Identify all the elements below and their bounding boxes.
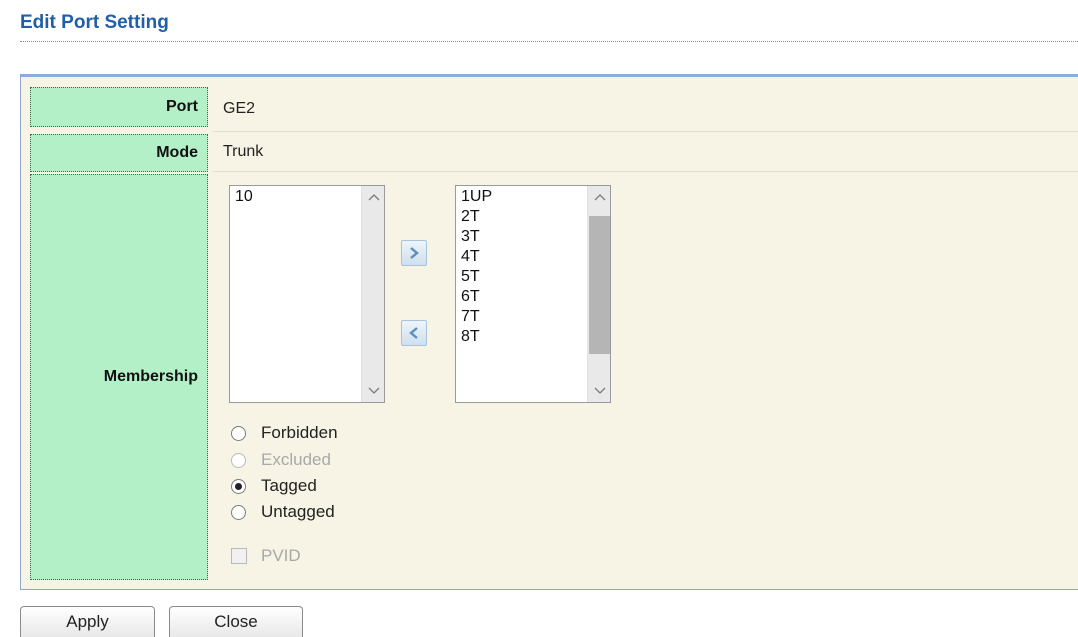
chevron-right-icon xyxy=(410,247,419,259)
port-settings-panel: Port GE2 Mode Trunk Membership 10 1UP 2T… xyxy=(20,74,1078,590)
mode-label-text: Mode xyxy=(156,144,198,161)
member-vlan-options: 1UP 2T 3T 4T 5T 6T 7T 8T xyxy=(461,187,492,347)
available-vlan-listbox[interactable]: 10 xyxy=(229,185,385,403)
title-divider xyxy=(20,41,1078,42)
radio-tagged[interactable]: Tagged xyxy=(231,474,317,498)
add-to-member-button[interactable] xyxy=(401,240,427,266)
remove-from-member-button[interactable] xyxy=(401,320,427,346)
mode-label: Mode xyxy=(30,134,208,172)
port-label: Port xyxy=(30,87,208,127)
pvid-checkbox xyxy=(231,548,247,564)
member-vlan-option[interactable]: 7T xyxy=(461,307,492,327)
member-vlan-scrollbar[interactable] xyxy=(587,186,610,402)
radio-button xyxy=(231,452,246,468)
scroll-down-icon[interactable] xyxy=(588,382,611,400)
member-vlan-option[interactable]: 1UP xyxy=(461,187,492,207)
close-button[interactable]: Close xyxy=(169,606,303,637)
pvid-label: PVID xyxy=(261,546,301,565)
pvid-checkbox-row: PVID xyxy=(231,544,301,568)
chevron-left-icon xyxy=(409,327,418,339)
radio-untagged[interactable]: Untagged xyxy=(231,500,335,524)
membership-label-text: Membership xyxy=(103,368,198,385)
membership-label: Membership xyxy=(30,174,208,580)
available-vlan-option[interactable]: 10 xyxy=(235,187,253,207)
member-vlan-option[interactable]: 6T xyxy=(461,287,492,307)
radio-button[interactable] xyxy=(231,425,246,441)
radio-label: Tagged xyxy=(261,476,317,495)
radio-button[interactable] xyxy=(231,504,246,520)
port-label-text: Port xyxy=(166,98,198,115)
member-vlan-option[interactable]: 5T xyxy=(461,267,492,287)
scroll-up-icon[interactable] xyxy=(362,188,385,206)
available-vlan-options: 10 xyxy=(235,187,253,207)
member-vlan-listbox[interactable]: 1UP 2T 3T 4T 5T 6T 7T 8T xyxy=(455,185,611,403)
member-vlan-option[interactable]: 4T xyxy=(461,247,492,267)
scroll-down-icon[interactable] xyxy=(362,382,385,400)
radio-label: Excluded xyxy=(261,450,331,469)
radio-label: Forbidden xyxy=(261,423,338,442)
radio-button[interactable] xyxy=(231,478,246,494)
mode-value-text: Trunk xyxy=(223,142,264,160)
apply-button[interactable]: Apply xyxy=(20,606,155,637)
port-value-text: GE2 xyxy=(223,100,256,117)
port-value: GE2 xyxy=(212,87,1078,132)
mode-value: Trunk xyxy=(212,132,1078,172)
member-vlan-option[interactable]: 3T xyxy=(461,227,492,247)
radio-forbidden[interactable]: Forbidden xyxy=(231,421,338,445)
member-vlan-option[interactable]: 8T xyxy=(461,327,492,347)
page-title: Edit Port Setting xyxy=(20,12,169,33)
radio-label: Untagged xyxy=(261,502,335,521)
available-vlan-scrollbar[interactable] xyxy=(361,186,384,402)
radio-excluded: Excluded xyxy=(231,448,331,472)
scroll-thumb[interactable] xyxy=(589,216,610,354)
scroll-up-icon[interactable] xyxy=(588,188,611,206)
member-vlan-option[interactable]: 2T xyxy=(461,207,492,227)
